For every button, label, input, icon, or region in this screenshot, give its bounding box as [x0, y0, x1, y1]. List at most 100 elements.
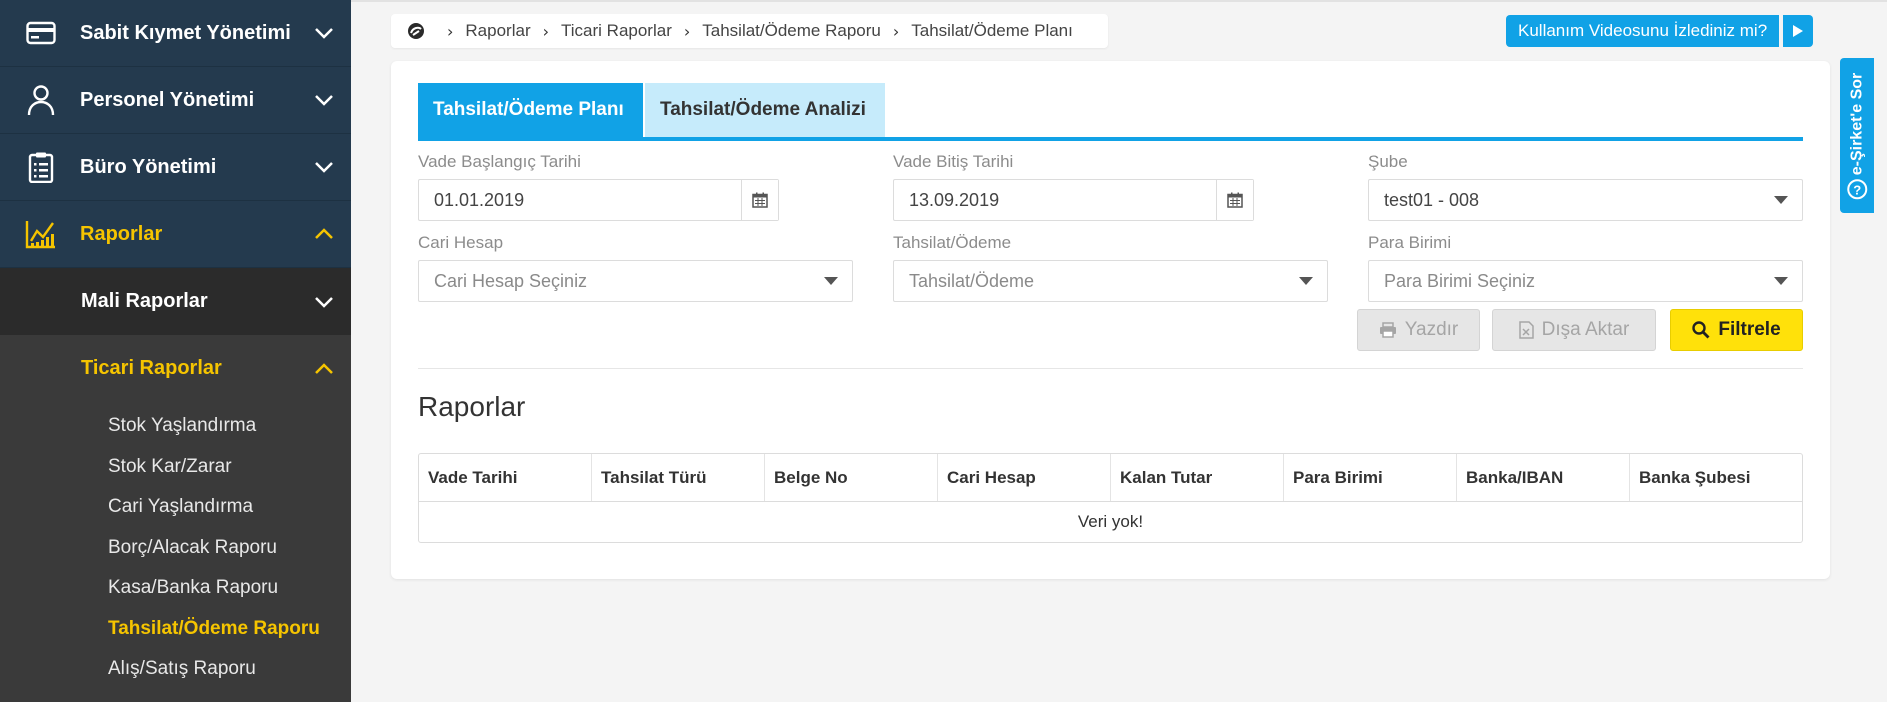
vade-bitis-input[interactable]: 13.09.2019: [893, 179, 1254, 221]
ask-company-tab[interactable]: ? e-Şirket'e Sor: [1840, 58, 1874, 213]
sidebar-leaf-list: Stok Yaşlandırma Stok Kar/Zarar Cari Yaş…: [0, 402, 351, 690]
home-icon[interactable]: [407, 22, 425, 40]
chevron-up-icon: [311, 356, 337, 382]
sidebar-item-label: Mali Raporlar: [81, 290, 208, 312]
sidebar-leaf-tahsilat-odeme[interactable]: Tahsilat/Ödeme Raporu: [0, 609, 351, 650]
clipboard-icon: [24, 150, 58, 184]
field-placeholder[interactable]: Para Birimi Seçiniz: [1369, 271, 1774, 292]
excel-file-icon: [1518, 321, 1534, 339]
sidebar-item-personel[interactable]: Personel Yönetimi: [0, 67, 351, 134]
column-header[interactable]: Tahsilat Türü: [592, 454, 765, 501]
vade-baslangic-input[interactable]: 01.01.2019: [418, 179, 779, 221]
column-header[interactable]: Belge No: [765, 454, 938, 501]
vade-baslangic-field: Vade Başlangıç Tarihi 01.01.2019: [418, 152, 779, 221]
sidebar-item-sabit-kiymet[interactable]: Sabit Kıymet Yönetimi: [0, 0, 351, 67]
sidebar-item-buro[interactable]: Büro Yönetimi: [0, 134, 351, 201]
report-tabs: Tahsilat/Ödeme Planı Tahsilat/Ödeme Anal…: [418, 83, 1803, 141]
column-header[interactable]: Cari Hesap: [938, 454, 1111, 501]
play-icon[interactable]: [1783, 15, 1814, 47]
field-placeholder[interactable]: Cari Hesap Seçiniz: [419, 271, 824, 292]
sidebar-item-label: Büro Yönetimi: [80, 155, 217, 178]
field-value[interactable]: 01.01.2019: [419, 190, 741, 211]
chevron-down-icon: [311, 87, 337, 113]
caret-down-icon[interactable]: [1299, 277, 1313, 285]
column-header[interactable]: Vade Tarihi: [419, 454, 592, 501]
top-divider: [351, 0, 1887, 2]
column-header[interactable]: Banka Şubesi: [1630, 454, 1802, 501]
caret-down-icon[interactable]: [1774, 277, 1788, 285]
caret-down-icon[interactable]: [1774, 196, 1788, 204]
sidebar-leaf-stok-kar-zarar[interactable]: Stok Kar/Zarar: [0, 447, 351, 488]
print-label: Yazdır: [1404, 319, 1459, 340]
breadcrumb: › Raporlar › Ticari Raporlar › Tahsilat/…: [391, 14, 1108, 48]
breadcrumb-item[interactable]: Raporlar: [465, 21, 530, 41]
tab-tahsilat-odeme-plani[interactable]: Tahsilat/Ödeme Planı: [418, 83, 643, 137]
breadcrumb-item-current: Tahsilat/Ödeme Planı: [911, 21, 1073, 40]
para-birimi-field: Para Birimi Para Birimi Seçiniz: [1368, 233, 1803, 302]
column-header[interactable]: Kalan Tutar: [1111, 454, 1284, 501]
sube-select[interactable]: test01 - 008: [1368, 179, 1803, 221]
person-icon: [24, 83, 58, 117]
chevron-right-icon: ›: [892, 21, 900, 41]
section-divider: [418, 368, 1803, 369]
field-label: Para Birimi: [1368, 233, 1452, 252]
search-icon: [1692, 321, 1710, 339]
tab-tahsilat-odeme-analizi[interactable]: Tahsilat/Ödeme Analizi: [645, 83, 885, 137]
reports-title: Raporlar: [418, 391, 526, 422]
cari-hesap-select[interactable]: Cari Hesap Seçiniz: [418, 260, 853, 302]
para-birimi-select[interactable]: Para Birimi Seçiniz: [1368, 260, 1803, 302]
chevron-down-icon: [311, 154, 337, 180]
chevron-down-icon: [311, 20, 337, 46]
reports-table: Vade Tarihi Tahsilat Türü Belge No Cari …: [418, 453, 1803, 543]
sidebar-leaf-borc-alacak[interactable]: Borç/Alacak Raporu: [0, 528, 351, 569]
tahsilat-odeme-field: Tahsilat/Ödeme Tahsilat/Ödeme: [893, 233, 1328, 302]
ask-company-label: e-Şirket'e Sor: [1848, 72, 1866, 175]
field-value[interactable]: 13.09.2019: [894, 190, 1216, 211]
field-value[interactable]: test01 - 008: [1369, 190, 1774, 211]
field-label: Vade Başlangıç Tarihi: [418, 152, 581, 171]
breadcrumb-item[interactable]: Ticari Raporlar: [561, 21, 672, 41]
calendar-icon[interactable]: [1216, 180, 1253, 220]
chevron-up-icon: [311, 221, 337, 247]
caret-down-icon[interactable]: [824, 277, 838, 285]
tahsilat-odeme-select[interactable]: Tahsilat/Ödeme: [893, 260, 1328, 302]
chevron-right-icon: ›: [542, 21, 550, 41]
chevron-down-icon: [311, 289, 337, 315]
print-button[interactable]: Yazdır: [1357, 309, 1480, 351]
export-label: Dışa Aktar: [1541, 319, 1630, 340]
sidebar-item-label: Personel Yönetimi: [80, 88, 255, 111]
sidebar-item-label: Ticari Raporlar: [81, 357, 222, 379]
breadcrumb-item[interactable]: Tahsilat/Ödeme Raporu: [702, 21, 881, 41]
column-header[interactable]: Banka/IBAN: [1457, 454, 1630, 501]
sidebar-item-mali-raporlar[interactable]: Mali Raporlar: [0, 268, 351, 335]
video-help-button[interactable]: Kullanım Videosunu İzlediniz mi?: [1506, 15, 1814, 47]
filter-label: Filtrele: [1718, 319, 1781, 340]
sube-field: Şube test01 - 008: [1368, 152, 1803, 221]
sidebar-item-label: Raporlar: [80, 222, 163, 245]
sidebar-leaf-stok-yaslandirma[interactable]: Stok Yaşlandırma: [0, 406, 351, 447]
sidebar: Sabit Kıymet Yönetimi Personel Yönetimi …: [0, 0, 351, 702]
printer-icon: [1379, 322, 1397, 338]
column-header[interactable]: Para Birimi: [1284, 454, 1457, 501]
chart-icon: [24, 217, 58, 251]
sidebar-leaf-cari-yaslandirma[interactable]: Cari Yaşlandırma: [0, 487, 351, 528]
chevron-right-icon: ›: [447, 21, 454, 41]
sidebar-item-label: Sabit Kıymet Yönetimi: [80, 21, 291, 44]
sidebar-item-raporlar[interactable]: Raporlar: [0, 201, 351, 268]
credit-card-icon: [24, 16, 58, 50]
empty-state-text: Veri yok!: [1077, 512, 1144, 531]
question-icon: ?: [1847, 178, 1868, 199]
chevron-right-icon: ›: [683, 21, 691, 41]
export-button[interactable]: Dışa Aktar: [1492, 309, 1656, 351]
field-placeholder[interactable]: Tahsilat/Ödeme: [894, 271, 1299, 292]
sidebar-leaf-kasa-banka[interactable]: Kasa/Banka Raporu: [0, 568, 351, 609]
table-header: Vade Tarihi Tahsilat Türü Belge No Cari …: [419, 454, 1802, 502]
field-label: Şube: [1368, 152, 1408, 171]
sidebar-item-ticari-raporlar[interactable]: Ticari Raporlar: [0, 335, 351, 402]
calendar-icon[interactable]: [741, 180, 778, 220]
video-help-label[interactable]: Kullanım Videosunu İzlediniz mi?: [1506, 15, 1780, 47]
field-label: Cari Hesap: [418, 233, 504, 252]
filter-button[interactable]: Filtrele: [1670, 309, 1803, 351]
sidebar-leaf-alis-satis[interactable]: Alış/Satış Raporu: [0, 649, 351, 690]
report-card: Tahsilat/Ödeme Planı Tahsilat/Ödeme Anal…: [391, 61, 1830, 579]
